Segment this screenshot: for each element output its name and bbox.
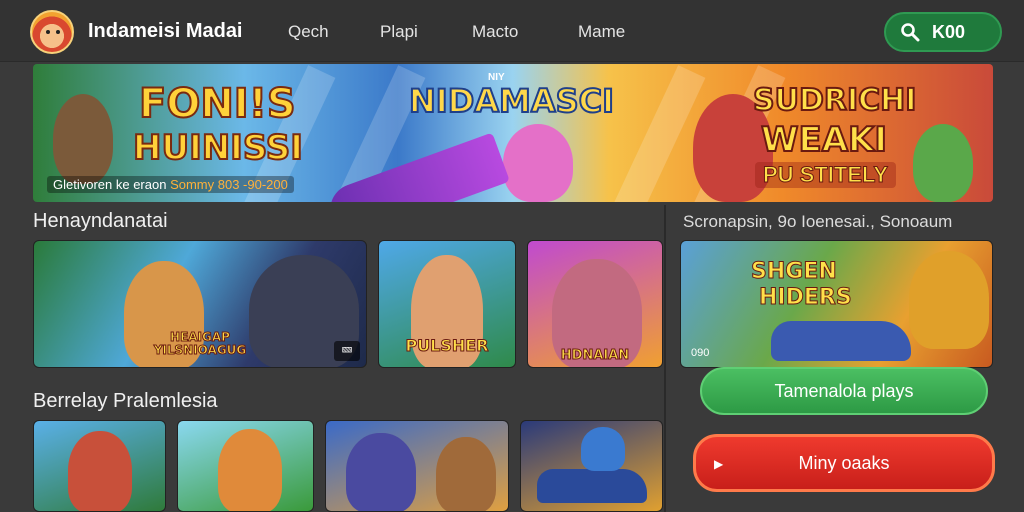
- popular-tile-3[interactable]: [325, 420, 509, 512]
- tile-character: [218, 429, 282, 511]
- hero-character-far-right: [913, 124, 973, 202]
- brand-name[interactable]: Indameisi Madai: [88, 20, 243, 43]
- tile-character: [436, 437, 496, 511]
- tile-character: [581, 427, 625, 471]
- popular-tile-2[interactable]: [177, 420, 314, 512]
- brand-logo[interactable]: [30, 10, 74, 54]
- featured-tile-2[interactable]: PULSHER: [378, 240, 516, 368]
- hero-tagline: Gletivoren ke eraon Sommy 803 -90-200: [47, 176, 294, 193]
- hero-character-left: [53, 94, 113, 184]
- hero-center-title: NIDAMASCI: [408, 81, 615, 121]
- column-divider: [664, 205, 666, 512]
- nav-link-4[interactable]: Mame: [578, 22, 625, 42]
- tile-character: [68, 431, 132, 511]
- tile-character: [346, 433, 416, 511]
- side-section-meta: Scronapsin, 9o Ioenesai., Sonoaum: [683, 212, 953, 231]
- tile-car: [771, 321, 911, 361]
- tile-caption: HDNAIAN: [560, 348, 630, 364]
- featured-tile-3[interactable]: HDNAIAN: [527, 240, 663, 368]
- nav-link-1[interactable]: Qech: [288, 22, 329, 42]
- search-button[interactable]: K00: [884, 12, 1002, 52]
- secondary-action-button[interactable]: ▶ Miny oaaks: [693, 434, 995, 492]
- tile-badge: 🝙: [334, 341, 360, 361]
- hero-right-line3: PU STITELY: [755, 162, 897, 188]
- featured-tile-1[interactable]: HEAIGAP YILSNIOAGUG 🝙: [33, 240, 367, 368]
- tile-caption: HEAIGAP YILSNIOAGUG: [153, 329, 247, 357]
- play-icon: ▶: [714, 457, 724, 471]
- nav-link-3[interactable]: Macto: [472, 22, 518, 42]
- top-navigation-bar: Indameisi Madai Qech Plapi Macto Mame K0…: [0, 0, 1024, 62]
- nav-link-2[interactable]: Plapi: [380, 22, 418, 42]
- side-feature-tile[interactable]: SHGEN HIDERS 090: [680, 240, 993, 368]
- tile-caption: PULSHER: [405, 336, 489, 356]
- hero-right-line2: WEAKI: [760, 119, 888, 161]
- tile-car: [537, 469, 647, 503]
- hero-banner[interactable]: FONI!S HUINISSI Gletivoren ke eraon Somm…: [33, 64, 993, 202]
- featured-section-title: Henayndanatai: [33, 210, 168, 232]
- tile-counter: 090: [691, 347, 710, 359]
- tile-character: [909, 251, 989, 349]
- secondary-action-label: Miny oaaks: [798, 452, 890, 473]
- tile-caption-line2: HIDERS: [759, 285, 853, 311]
- popular-tile-4[interactable]: [520, 420, 663, 512]
- hero-character-center: [503, 124, 573, 202]
- primary-play-button[interactable]: Tamenalola plays: [700, 367, 988, 415]
- tile-caption-line1: SHGEN: [751, 259, 838, 285]
- search-icon: [901, 23, 920, 42]
- popular-tile-1[interactable]: [33, 420, 166, 512]
- hero-title-line2: HUINISSI: [132, 127, 304, 169]
- hero-right-line1: SUDRICHI: [752, 83, 917, 118]
- popular-section-title: Berrelay Pralemlesia: [33, 390, 218, 412]
- search-button-label: K00: [932, 21, 966, 42]
- hero-title-line1: FONI!S: [138, 81, 297, 127]
